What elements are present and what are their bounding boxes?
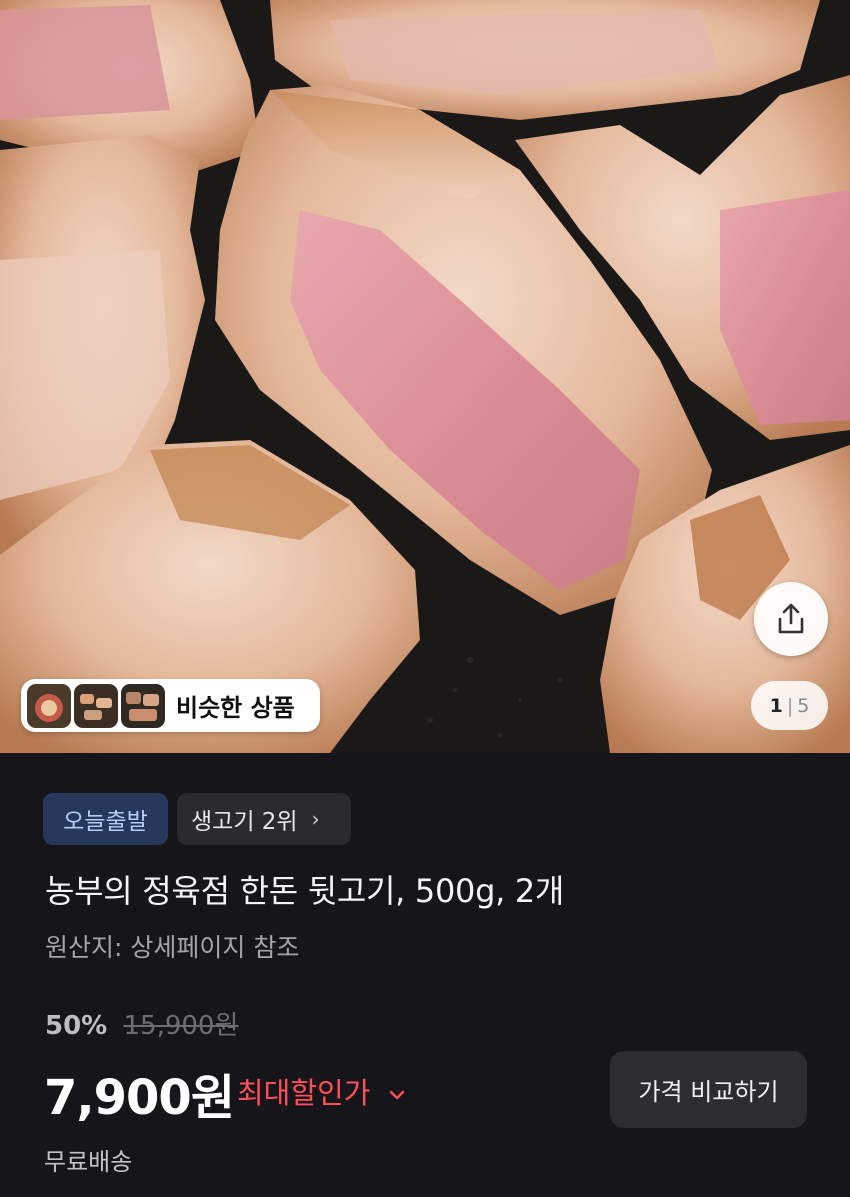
shipping-info: 무료배송 — [44, 1148, 133, 1176]
similar-thumbnail — [121, 683, 165, 728]
max-discount-label: 최대할인가 — [237, 1076, 371, 1110]
image-counter-separator: | — [786, 694, 794, 717]
origin-info: 원산지: 상세페이지 참조 — [45, 933, 300, 962]
sale-price: 7,900원 — [44, 1070, 235, 1126]
chevron-down-icon — [389, 1090, 404, 1100]
similar-thumbnail — [74, 683, 118, 728]
product-photo — [0, 0, 850, 753]
price-compare-button[interactable]: 가격 비교하기 — [610, 1051, 807, 1128]
product-title: 농부의 정육점 한돈 뒷고기, 500g, 2개 — [45, 872, 565, 910]
image-counter: 1 | 5 — [751, 681, 828, 730]
chevron-right-icon: › — [311, 807, 320, 831]
image-total: 5 — [797, 694, 810, 717]
similar-products-label: 비슷한 상품 — [176, 694, 295, 722]
today-shipping-label: 오늘출발 — [63, 809, 148, 835]
share-icon — [778, 603, 804, 634]
category-rank-label: 생고기 2위 — [191, 809, 298, 835]
today-shipping-badge: 오늘출발 — [43, 793, 168, 845]
price-compare-label: 가격 비교하기 — [638, 1078, 779, 1106]
similar-thumbnail — [27, 683, 71, 728]
original-price: 15,900원 — [123, 1011, 239, 1041]
product-image-carousel[interactable]: 비슷한 상품 1 | 5 — [0, 0, 850, 753]
image-index: 1 — [769, 694, 783, 717]
category-rank-badge[interactable]: 생고기 2위 › — [177, 793, 351, 845]
discount-row: 50% 15,900원 — [45, 1005, 238, 1042]
discount-rate: 50% — [45, 1011, 108, 1041]
share-button[interactable] — [754, 582, 828, 656]
max-discount-toggle[interactable]: 최대할인가 — [237, 1070, 406, 1112]
similar-products-button[interactable]: 비슷한 상품 — [21, 679, 320, 732]
